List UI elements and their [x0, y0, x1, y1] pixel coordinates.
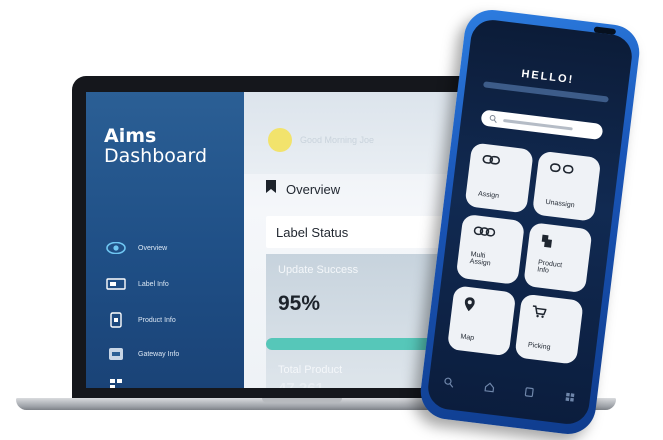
sidebar-item-label-info[interactable]: Label Info [106, 274, 236, 294]
tile-map[interactable]: Map [446, 285, 517, 357]
phone-bottom-nav [427, 369, 591, 413]
tile-label: Picking [527, 341, 551, 352]
page-title: Overview [286, 181, 341, 197]
grid-icon [106, 377, 126, 388]
total-product-label: Total Product [278, 364, 343, 376]
phone-body: HELLO! Assign Unassign Multi Assign Prod… [417, 6, 643, 438]
user-greeting: Good Morning Joe [300, 135, 375, 145]
dashboard-sidebar: Aims Dashboard Overview Label Info Produ… [86, 92, 244, 388]
search-placeholder [503, 118, 573, 130]
search-icon [488, 109, 498, 128]
tile-label: Assign [477, 190, 500, 200]
sidebar-item-gateway-info[interactable]: Gateway Info [106, 344, 236, 364]
eye-icon [106, 241, 126, 255]
tile-multi-assign[interactable]: Multi Assign [455, 213, 526, 285]
laptop-notch [262, 398, 342, 403]
app-title: Aims [104, 125, 157, 147]
multi-link-icon [473, 225, 496, 240]
avatar[interactable] [268, 128, 292, 152]
tile-label: Multi Assign [469, 251, 492, 268]
tile-unassign[interactable]: Unassign [531, 150, 602, 222]
cart-icon [531, 305, 548, 321]
product-icon [540, 234, 554, 251]
tile-label: Product Info [536, 259, 563, 275]
sidebar-item-label: Product Info [138, 316, 176, 324]
link-icon [482, 154, 501, 168]
success-label: Update Success [278, 264, 359, 276]
apps-icon[interactable] [564, 389, 576, 408]
bookmark-icon [266, 180, 276, 198]
tile-assign[interactable]: Assign [464, 142, 534, 214]
document-icon[interactable] [523, 384, 535, 403]
map-pin-icon [463, 297, 475, 314]
phone-screen: HELLO! Assign Unassign Multi Assign Prod… [425, 17, 635, 427]
sidebar-item-overview[interactable]: Overview [106, 238, 236, 258]
product-icon [106, 312, 126, 328]
sidebar-item-more[interactable] [106, 374, 236, 388]
home-icon[interactable] [483, 379, 495, 398]
sidebar-item-label: Label Info [138, 280, 169, 288]
label-icon [106, 277, 126, 291]
app-subtitle: Dashboard [104, 145, 208, 167]
search-icon[interactable] [443, 374, 455, 393]
unlink-icon [549, 162, 574, 177]
sidebar-item-label: Overview [138, 244, 168, 252]
total-product-value: 47,261 [278, 380, 324, 388]
overview-header: Overview [266, 180, 340, 198]
sidebar-item-label: Gateway Info [138, 350, 180, 358]
tile-product-info[interactable]: Product Info [523, 222, 593, 294]
phone-search-input[interactable] [480, 109, 604, 141]
success-value: 95% [278, 292, 321, 315]
sidebar-item-product-info[interactable]: Product Info [106, 310, 236, 330]
tile-label: Unassign [545, 198, 575, 210]
phone: HELLO! Assign Unassign Multi Assign Prod… [402, 6, 660, 438]
tile-label: Map [460, 333, 475, 343]
gateway-icon [106, 347, 126, 361]
tile-picking[interactable]: Picking [514, 293, 584, 365]
